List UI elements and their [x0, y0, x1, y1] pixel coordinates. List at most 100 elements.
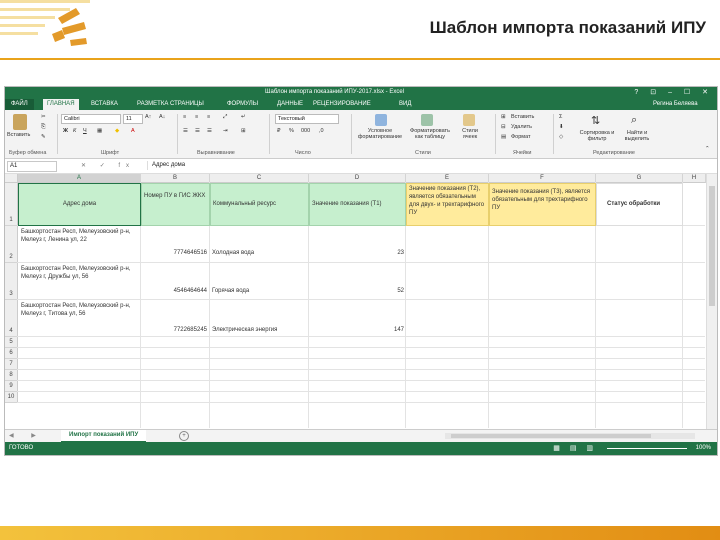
- autosum-icon[interactable]: Σ: [559, 114, 562, 120]
- clear-icon[interactable]: ◇: [559, 134, 563, 140]
- user-name[interactable]: Регина Беляева: [653, 101, 698, 107]
- window-controls[interactable]: ? ⊡ – ☐ ✕: [634, 88, 713, 96]
- select-all-corner[interactable]: [5, 174, 18, 183]
- formula-input[interactable]: Адрес дома: [147, 161, 712, 170]
- zoom-slider[interactable]: [607, 448, 687, 449]
- conditional-format-button[interactable]: Условное форматирование: [357, 128, 403, 140]
- font-color-icon[interactable]: A: [131, 128, 135, 134]
- formula-icons[interactable]: ✕ ✓ fx: [81, 162, 135, 169]
- find-select-button[interactable]: Найти и выделить: [619, 130, 655, 142]
- orientation-icon[interactable]: ⤢: [223, 114, 227, 121]
- cell-styles-button[interactable]: Стили ячеек: [455, 128, 485, 140]
- decimal-icon[interactable]: ,0: [319, 128, 324, 134]
- cut-icon[interactable]: ✂: [41, 114, 46, 120]
- format-cells-icon[interactable]: ▤: [501, 134, 506, 140]
- row-header[interactable]: 2: [5, 226, 18, 263]
- sheet-nav-arrows[interactable]: ◀ ▶: [9, 432, 44, 439]
- header-value-t1[interactable]: Значение показания (Т1): [309, 183, 406, 226]
- cell-value[interactable]: 23: [309, 249, 405, 258]
- tab-view[interactable]: ВИД: [399, 101, 411, 107]
- row-header[interactable]: 3: [5, 263, 18, 300]
- align-bottom-icon[interactable]: ≡: [207, 114, 210, 120]
- align-top-icon[interactable]: ≡: [183, 114, 186, 120]
- align-center-icon[interactable]: ☰: [195, 128, 200, 134]
- tab-page-layout[interactable]: РАЗМЕТКА СТРАНИЦЫ: [137, 101, 204, 107]
- copy-icon[interactable]: ⎘: [41, 124, 45, 131]
- number-format-select[interactable]: Текстовый: [275, 114, 339, 124]
- zoom-level[interactable]: 100%: [696, 445, 711, 451]
- cell-meter[interactable]: 7774646516: [141, 249, 209, 258]
- cell-resource[interactable]: Холодная вода: [211, 249, 307, 258]
- find-icon[interactable]: ⌕: [631, 114, 637, 127]
- shrink-font-icon[interactable]: A↓: [159, 114, 165, 120]
- percent-icon[interactable]: %: [289, 128, 294, 134]
- indent-icon[interactable]: ⇥: [223, 128, 228, 134]
- borders-icon[interactable]: ▦: [97, 128, 102, 134]
- currency-icon[interactable]: ₽: [277, 128, 281, 134]
- tab-formulas[interactable]: ФОРМУЛЫ: [227, 101, 258, 107]
- column-header[interactable]: E: [406, 174, 489, 183]
- view-mode-icons[interactable]: ▦ ▤ ▥: [553, 444, 597, 452]
- conditional-format-icon[interactable]: [375, 114, 387, 126]
- header-resource[interactable]: Коммунальный ресурс: [210, 183, 309, 226]
- tab-insert[interactable]: ВСТАВКА: [91, 101, 118, 107]
- paste-icon[interactable]: [13, 114, 27, 130]
- delete-cells-button[interactable]: Удалить: [511, 124, 532, 130]
- column-header[interactable]: C: [210, 174, 309, 183]
- horizontal-scroll-thumb[interactable]: [451, 434, 651, 438]
- tab-data[interactable]: ДАННЫЕ: [277, 101, 303, 107]
- tab-file[interactable]: ФАЙЛ: [5, 99, 34, 110]
- cell-value[interactable]: 52: [309, 287, 405, 296]
- fill-color-icon[interactable]: ◆: [115, 128, 119, 134]
- cell-meter[interactable]: 7722685245: [141, 326, 209, 335]
- header-address[interactable]: Адрес дома: [18, 183, 141, 226]
- horizontal-scrollbar[interactable]: [445, 433, 695, 439]
- insert-cells-button[interactable]: Вставить: [511, 114, 534, 120]
- collapse-ribbon-icon[interactable]: ⌃: [705, 146, 710, 152]
- delete-cells-icon[interactable]: ⊟: [501, 124, 506, 130]
- column-header[interactable]: B: [141, 174, 210, 183]
- row-header[interactable]: 1: [5, 183, 18, 226]
- header-value-t3[interactable]: Значение показания (Т3), является обязат…: [489, 183, 596, 226]
- column-header[interactable]: D: [309, 174, 406, 183]
- align-middle-icon[interactable]: ≡: [195, 114, 198, 120]
- paste-button[interactable]: Вставить: [7, 132, 30, 138]
- cell-address[interactable]: Башкортостан Респ, Мелеузовский р-н, Мел…: [19, 301, 139, 335]
- tab-review[interactable]: РЕЦЕНЗИРОВАНИЕ: [313, 101, 371, 107]
- format-painter-icon[interactable]: ✎: [41, 134, 46, 140]
- column-header[interactable]: G: [596, 174, 683, 183]
- format-as-table-button[interactable]: Форматировать как таблицу: [407, 128, 453, 140]
- wrap-text-icon[interactable]: ↵: [241, 114, 246, 120]
- column-header[interactable]: H: [683, 174, 706, 183]
- grow-font-icon[interactable]: A↑: [145, 114, 151, 120]
- vertical-scrollbar[interactable]: [706, 174, 717, 429]
- column-header[interactable]: F: [489, 174, 596, 183]
- comma-icon[interactable]: 000: [301, 128, 310, 134]
- insert-cells-icon[interactable]: ⊞: [501, 114, 506, 120]
- align-right-icon[interactable]: ☰: [207, 128, 212, 134]
- sort-filter-icon[interactable]: ⇅: [591, 114, 600, 127]
- cell-value[interactable]: 147: [309, 326, 405, 335]
- header-meter-number[interactable]: Номер ПУ в ГИС ЖКХ: [141, 183, 210, 226]
- add-sheet-button[interactable]: +: [179, 431, 189, 441]
- cell-meter[interactable]: 4546464644: [141, 287, 209, 296]
- cell-styles-icon[interactable]: [463, 114, 475, 126]
- header-status[interactable]: Статус обработки: [596, 183, 683, 226]
- font-size-select[interactable]: 11: [123, 114, 143, 124]
- font-name-select[interactable]: Calibri: [61, 114, 121, 124]
- header-value-t2[interactable]: Значение показания (Т2), является обязат…: [406, 183, 489, 226]
- cell-resource[interactable]: Электрическая энергия: [211, 326, 307, 335]
- tab-home[interactable]: ГЛАВНАЯ: [43, 99, 79, 110]
- align-left-icon[interactable]: ☰: [183, 128, 188, 134]
- cell-address[interactable]: Башкортостан Респ, Мелеузовский р-н, Мел…: [19, 227, 139, 261]
- bold-icon[interactable]: Ж: [63, 128, 68, 134]
- italic-icon[interactable]: К: [73, 128, 76, 134]
- cell-resource[interactable]: Горячая вода: [211, 287, 307, 296]
- column-header[interactable]: A: [18, 174, 141, 183]
- cell-address[interactable]: Башкортостан Респ, Мелеузовский р-н, Мел…: [19, 264, 139, 298]
- sort-filter-button[interactable]: Сортировка и фильтр: [579, 130, 615, 142]
- vertical-scroll-thumb[interactable]: [709, 186, 715, 306]
- underline-icon[interactable]: Ч: [83, 128, 87, 134]
- fill-icon[interactable]: ⬇: [559, 124, 564, 130]
- name-box[interactable]: A1: [7, 161, 57, 172]
